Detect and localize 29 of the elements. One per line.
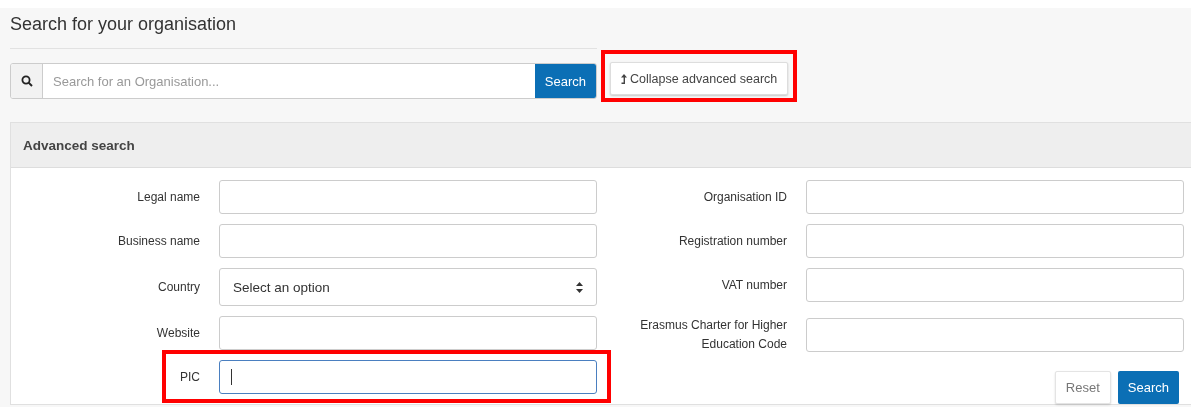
- page-title: Search for your organisation: [10, 8, 597, 49]
- field-label: Erasmus Charter for Higher Education Code: [639, 317, 787, 353]
- text-field[interactable]: [219, 224, 597, 258]
- text-field[interactable]: [219, 360, 597, 394]
- text-field[interactable]: [806, 268, 1184, 302]
- text-field[interactable]: [219, 316, 597, 350]
- field-label: Website: [155, 324, 200, 342]
- panel-header: Advanced search: [11, 123, 1191, 168]
- text-cursor: [231, 369, 232, 385]
- field-label: VAT number: [720, 276, 787, 294]
- field-label: Organisation ID: [702, 188, 787, 206]
- search-icon: [20, 75, 33, 87]
- field-label: Registration number: [677, 232, 787, 250]
- field-label: Business name: [116, 232, 200, 250]
- field-label: Country: [156, 278, 200, 296]
- sort-icon: [576, 281, 583, 293]
- search-button[interactable]: Search: [1117, 371, 1179, 404]
- arrow-up-icon: [621, 73, 627, 84]
- text-field[interactable]: [806, 224, 1184, 258]
- text-field[interactable]: [806, 318, 1184, 352]
- search-field[interactable]: Search for an Organisation... Search: [10, 63, 597, 99]
- text-field[interactable]: [806, 180, 1184, 214]
- collapse-button[interactable]: Collapse advanced search: [610, 62, 789, 95]
- field-label: PIC: [179, 368, 200, 386]
- search-button[interactable]: Search: [534, 64, 596, 98]
- select-field[interactable]: Select an option: [219, 268, 597, 306]
- reset-button[interactable]: Reset: [1054, 371, 1111, 404]
- text-field[interactable]: [219, 180, 597, 214]
- field-label: Legal name: [136, 188, 200, 206]
